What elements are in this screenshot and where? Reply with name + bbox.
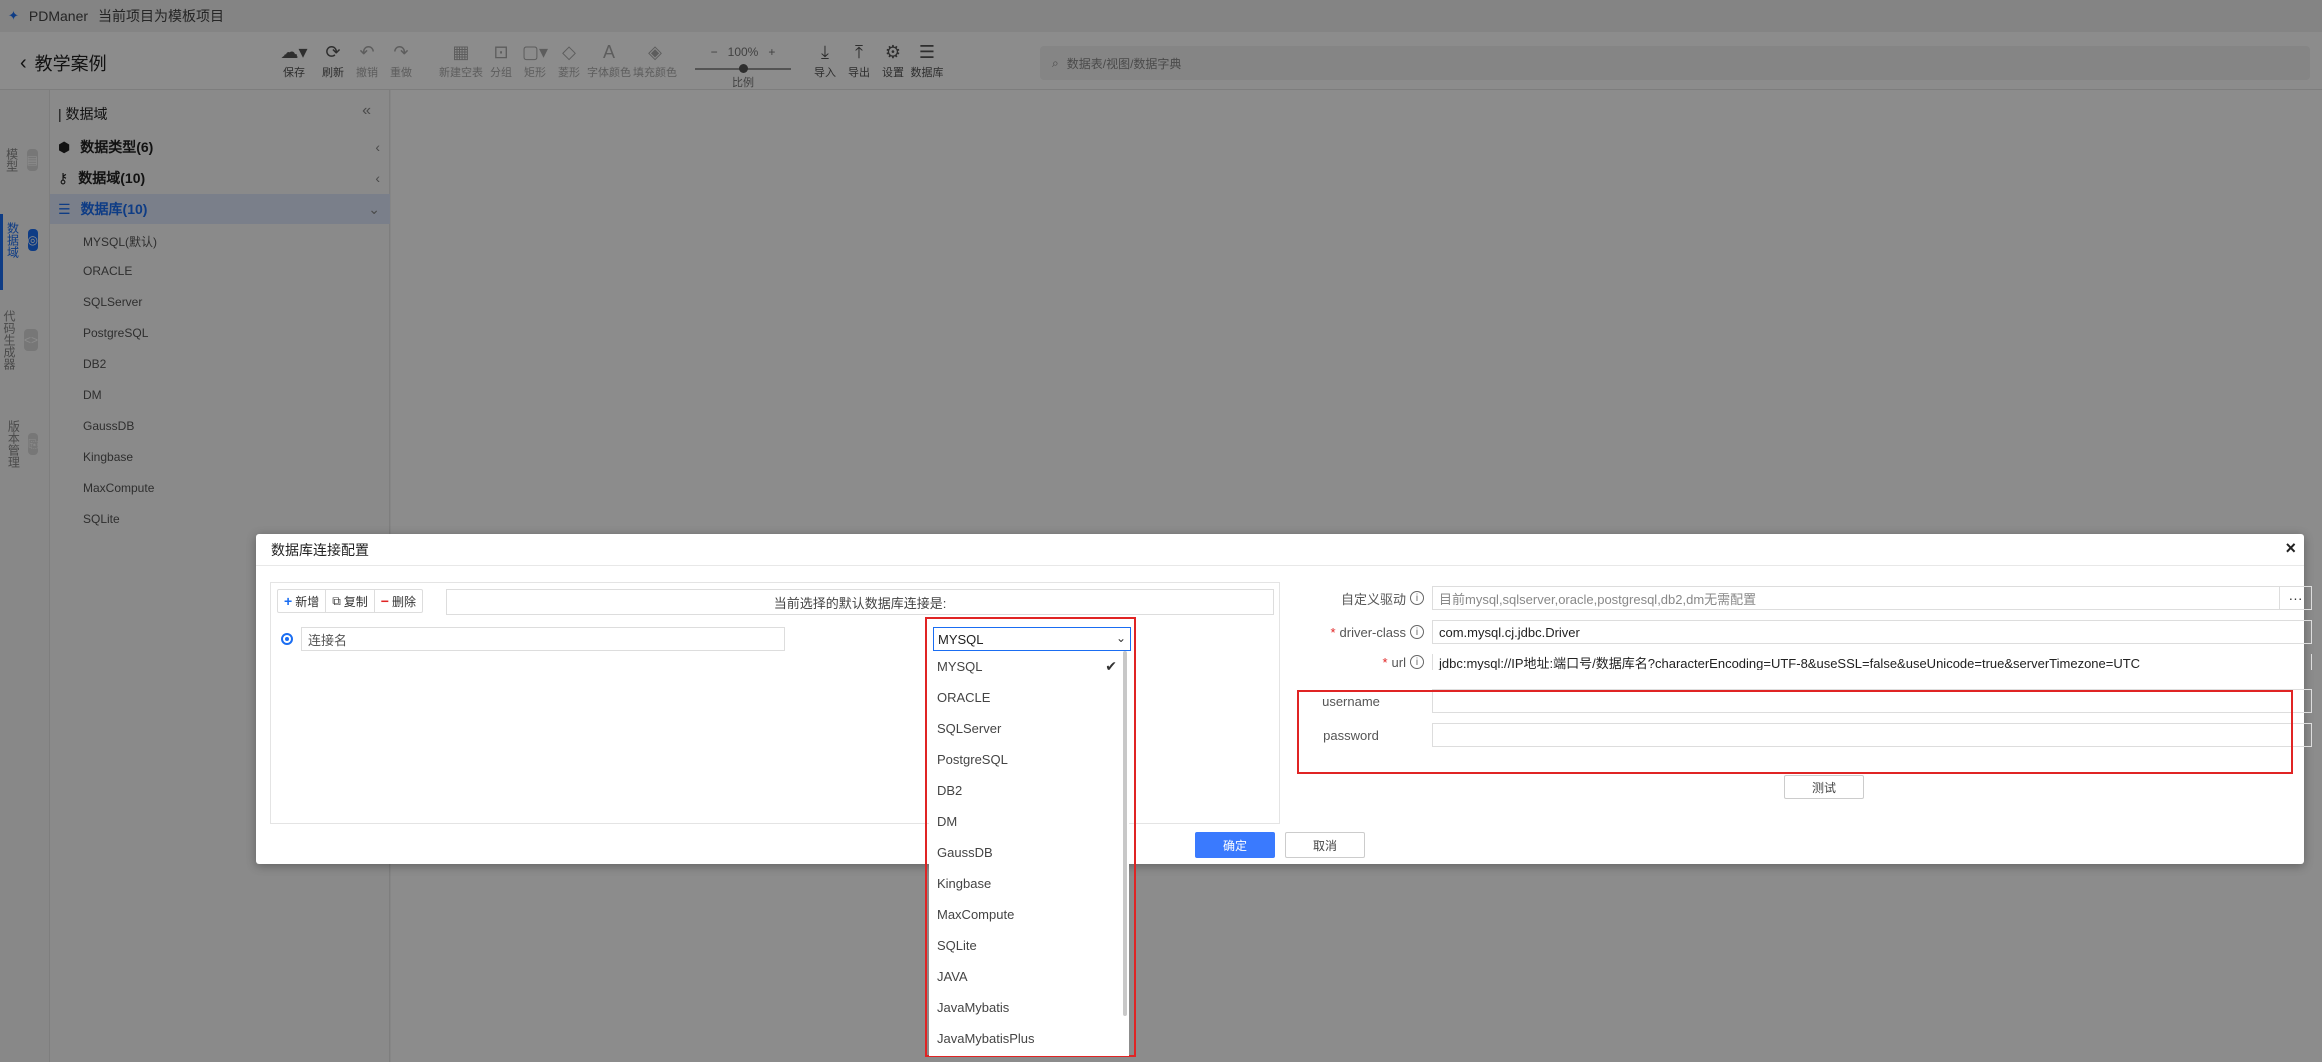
dropdown-scrollbar[interactable] [1123, 651, 1127, 1016]
url-label: url [1391, 654, 1406, 670]
dropdown-option[interactable]: JAVA [929, 961, 1129, 992]
highlight-credentials [1297, 690, 2293, 774]
info-icon[interactable]: i [1410, 591, 1424, 605]
connection-name-input[interactable]: 连接名 [301, 627, 785, 651]
copy-button[interactable]: ⧉ 复制 [326, 590, 375, 612]
dropdown-option[interactable]: ORACLE [929, 682, 1129, 713]
copy-icon: ⧉ [332, 593, 341, 608]
dropdown-option[interactable]: JavaMybatisPlus [929, 1023, 1129, 1054]
dropdown-option[interactable]: MYSQL ✔ [929, 651, 1129, 682]
dialog-title: 数据库连接配置 [271, 541, 369, 558]
default-connection-text: 当前选择的默认数据库连接是: [446, 589, 1274, 615]
url-input[interactable]: jdbc:mysql://IP地址:端口号/数据库名?characterEnco… [1432, 654, 2312, 670]
db-type-dropdown: MYSQL ✔ ORACLE SQLServer PostgreSQL DB2 D… [929, 651, 1129, 1056]
db-type-select[interactable]: MYSQL ⌄ [933, 627, 1131, 651]
info-icon[interactable]: i [1410, 625, 1424, 639]
modal-overlay[interactable] [0, 0, 2322, 1062]
custom-driver-row: 自定义驱动 i 目前mysql,sqlserver,oracle,postgres… [1296, 586, 2312, 610]
dropdown-option[interactable]: GaussDB [929, 837, 1129, 868]
url-row: * url i jdbc:mysql://IP地址:端口号/数据库名?charact… [1296, 654, 2312, 670]
ok-button[interactable]: 确定 [1195, 832, 1275, 858]
minus-icon: − [380, 593, 389, 609]
chevron-down-icon: ⌄ [1115, 631, 1126, 645]
plus-icon: + [284, 593, 293, 609]
checkmark-icon: ✔ [1105, 658, 1117, 674]
cancel-button[interactable]: 取消 [1285, 832, 1365, 858]
dropdown-option[interactable]: PostgreSQL [929, 744, 1129, 775]
connection-toolbar: + 新增 ⧉ 复制 − 删除 [277, 589, 423, 613]
delete-button[interactable]: − 删除 [375, 590, 422, 612]
add-button[interactable]: + 新增 [278, 590, 327, 612]
driver-class-label: driver-class [1339, 624, 1406, 640]
dropdown-option[interactable]: SQLServer [929, 713, 1129, 744]
custom-driver-input[interactable]: 目前mysql,sqlserver,oracle,postgresql,db2,… [1432, 586, 2280, 610]
driver-class-row: * driver-class i com.mysql.cj.jdbc.Driver [1296, 620, 2312, 644]
close-icon[interactable]: × [2285, 538, 2296, 559]
info-icon[interactable]: i [1410, 655, 1424, 669]
required-mark: * [1330, 624, 1336, 640]
more-button[interactable]: ··· [2280, 586, 2312, 610]
dropdown-option[interactable]: JavaMybatis [929, 992, 1129, 1023]
db-type-selected: MYSQL [938, 631, 984, 647]
radio-icon[interactable] [281, 633, 293, 645]
dropdown-option[interactable]: MaxCompute [929, 899, 1129, 930]
dropdown-option[interactable]: DM [929, 806, 1129, 837]
test-button[interactable]: 测试 [1784, 775, 1864, 799]
dropdown-option[interactable]: SQLite [929, 930, 1129, 961]
required-mark: * [1382, 654, 1388, 670]
dropdown-option[interactable]: Kingbase [929, 868, 1129, 899]
custom-driver-label: 自定义驱动 [1340, 591, 1406, 607]
dialog-header: 数据库连接配置 [256, 534, 2304, 566]
connection-row: 连接名 [281, 627, 785, 651]
dropdown-option[interactable]: DB2 [929, 775, 1129, 806]
driver-class-input[interactable]: com.mysql.cj.jdbc.Driver [1432, 620, 2312, 644]
